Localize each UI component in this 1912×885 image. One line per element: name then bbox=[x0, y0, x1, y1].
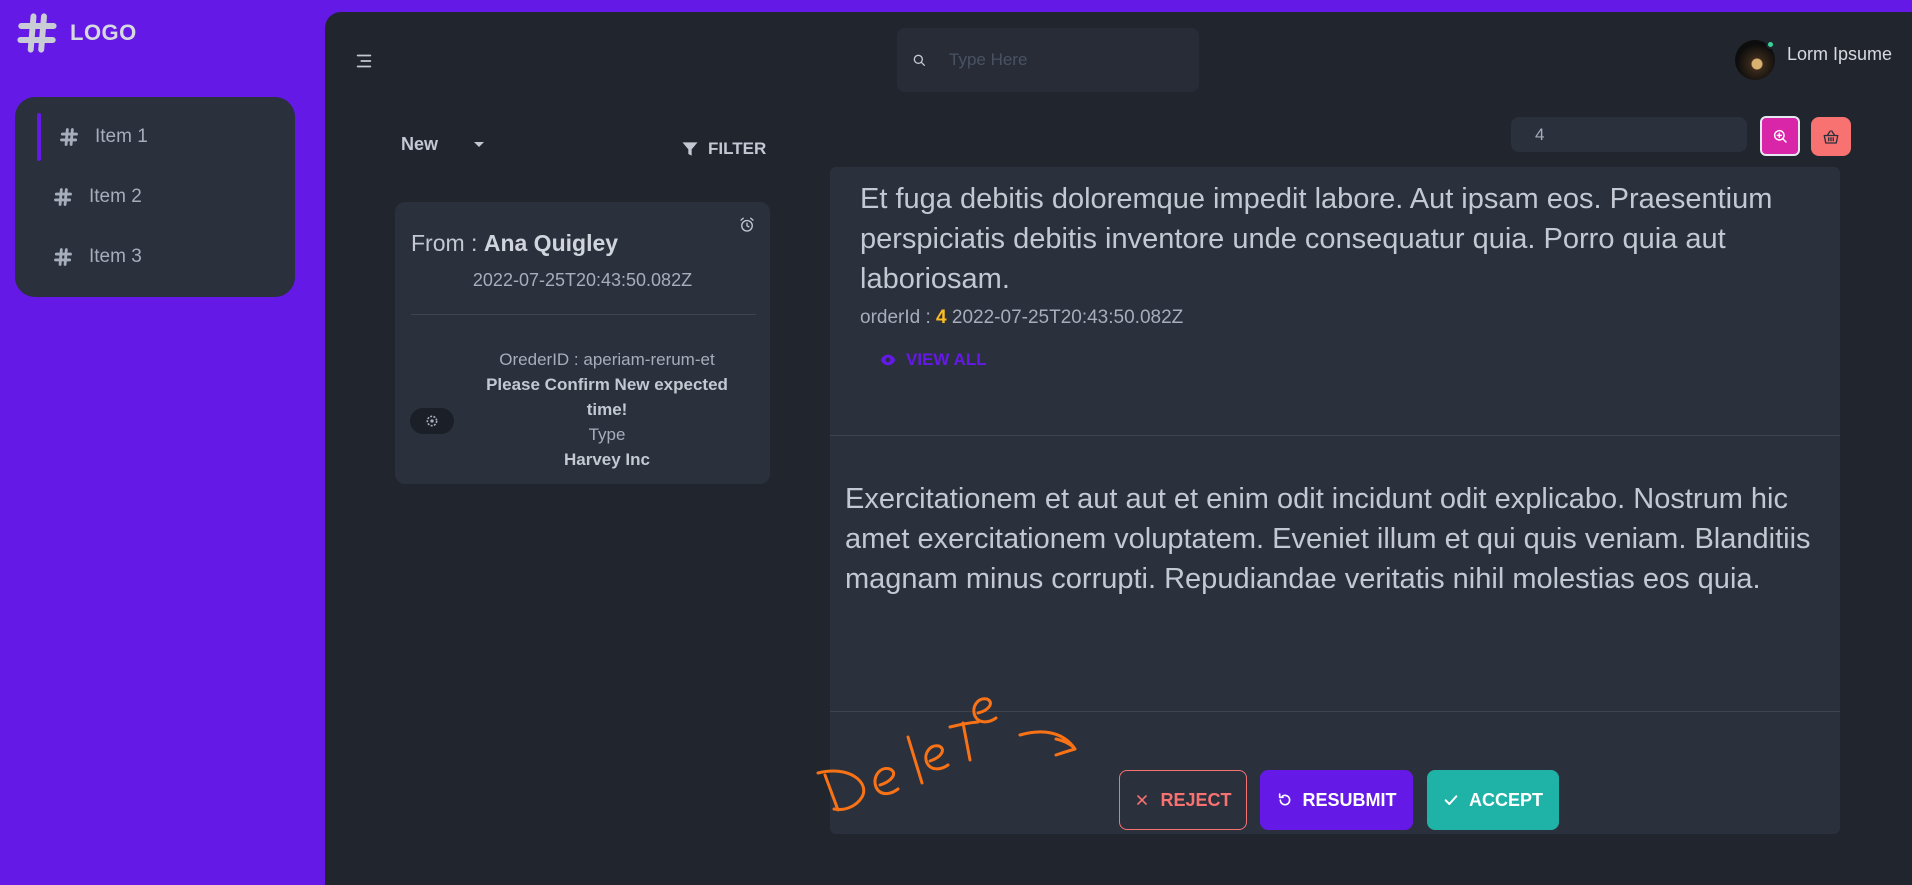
status-select-value: New bbox=[401, 134, 439, 154]
from-name: Ana Quigley bbox=[483, 230, 619, 256]
reject-button[interactable]: REJECT bbox=[1119, 770, 1247, 830]
main-panel: Lorm Ipsume New FILTER From : Ana Quigle… bbox=[325, 12, 1912, 885]
reject-label: REJECT bbox=[1160, 789, 1232, 810]
user-name: Lorm Ipsume bbox=[1786, 44, 1892, 64]
request-card[interactable]: From : Ana Quigley 2022-07-25T20:43:50.0… bbox=[395, 202, 770, 484]
sidebar-item-1[interactable]: Item 1 bbox=[25, 109, 285, 165]
accept-label: ACCEPT bbox=[1468, 789, 1543, 810]
alarm-clock-icon[interactable] bbox=[738, 216, 756, 234]
filter-button[interactable]: FILTER bbox=[680, 139, 766, 159]
company-name: Harvey Inc bbox=[564, 450, 650, 469]
search-box bbox=[897, 28, 1199, 92]
card-date: 2022-07-25T20:43:50.082Z bbox=[472, 270, 693, 290]
sidebar-item-label: Item 3 bbox=[89, 246, 142, 267]
sidebar-item-label: Item 2 bbox=[89, 186, 142, 207]
divider bbox=[411, 314, 756, 315]
from-label: From : bbox=[411, 230, 478, 256]
resubmit-label: RESUBMIT bbox=[1302, 789, 1397, 810]
hash-icon bbox=[54, 248, 72, 266]
zoom-search-button[interactable] bbox=[1760, 116, 1800, 156]
search-icon bbox=[913, 54, 925, 66]
resubmit-button[interactable]: RESUBMIT bbox=[1260, 770, 1413, 830]
close-icon bbox=[1137, 795, 1148, 805]
divider bbox=[830, 435, 1840, 436]
refresh-icon bbox=[1278, 793, 1290, 806]
status-select[interactable]: New bbox=[401, 134, 485, 155]
hash-icon bbox=[60, 128, 78, 146]
card-body: OrederID : aperiam-rerum-et Please Confi… bbox=[477, 347, 737, 472]
eye-icon bbox=[880, 354, 896, 366]
logo[interactable]: LOGO bbox=[16, 12, 137, 54]
order-id: 4 bbox=[936, 307, 947, 328]
filter-icon bbox=[682, 142, 698, 156]
gear-icon bbox=[426, 415, 438, 427]
card-message: Please Confirm New expected time! bbox=[486, 375, 728, 419]
handwritten-delete-annotation bbox=[816, 697, 1077, 812]
accept-button[interactable]: ACCEPT bbox=[1427, 770, 1559, 830]
caret-down-icon bbox=[474, 142, 485, 147]
check-icon bbox=[1444, 795, 1458, 805]
order-meta: orderId : 4 2022-07-25T20:43:50.082Z bbox=[860, 307, 1183, 329]
gear-chip[interactable] bbox=[410, 408, 454, 434]
basket-button[interactable] bbox=[1811, 117, 1851, 156]
card-from: From : Ana Quigley bbox=[411, 230, 618, 257]
order-number-input[interactable] bbox=[1511, 117, 1747, 152]
hash-icon bbox=[17, 13, 57, 53]
sidebar: Item 1 Item 2 Item 3 bbox=[15, 97, 295, 297]
sidebar-item-label: Item 1 bbox=[95, 126, 148, 147]
logo-text: LOGO bbox=[70, 20, 137, 45]
order-line: OrederID : aperiam-rerum-et bbox=[499, 350, 715, 369]
view-all-button[interactable]: VIEW ALL bbox=[880, 350, 987, 370]
online-status-dot bbox=[1765, 40, 1775, 49]
avatar[interactable] bbox=[1734, 40, 1775, 80]
sidebar-item-3[interactable]: Item 3 bbox=[25, 229, 285, 285]
detail-paragraph-2: Exercitationem et aut aut et enim odit i… bbox=[845, 483, 1811, 595]
detail-paragraph-1: Et fuga debitis doloremque impedit labor… bbox=[860, 183, 1773, 295]
type-label: Type bbox=[588, 425, 626, 444]
view-all-label: VIEW ALL bbox=[906, 350, 987, 369]
sidebar-item-2[interactable]: Item 2 bbox=[25, 169, 285, 225]
hash-icon bbox=[54, 188, 72, 206]
order-label: orderId : bbox=[860, 307, 931, 328]
menu-icon[interactable] bbox=[353, 50, 375, 72]
zoom-in-icon bbox=[1773, 129, 1787, 143]
order-date: 2022-07-25T20:43:50.082Z bbox=[951, 307, 1184, 328]
search-input[interactable] bbox=[949, 50, 1179, 70]
filter-label: FILTER bbox=[708, 139, 767, 158]
basket-icon bbox=[1823, 129, 1839, 144]
user-menu[interactable]: Lorm Ipsume bbox=[1734, 40, 1892, 80]
